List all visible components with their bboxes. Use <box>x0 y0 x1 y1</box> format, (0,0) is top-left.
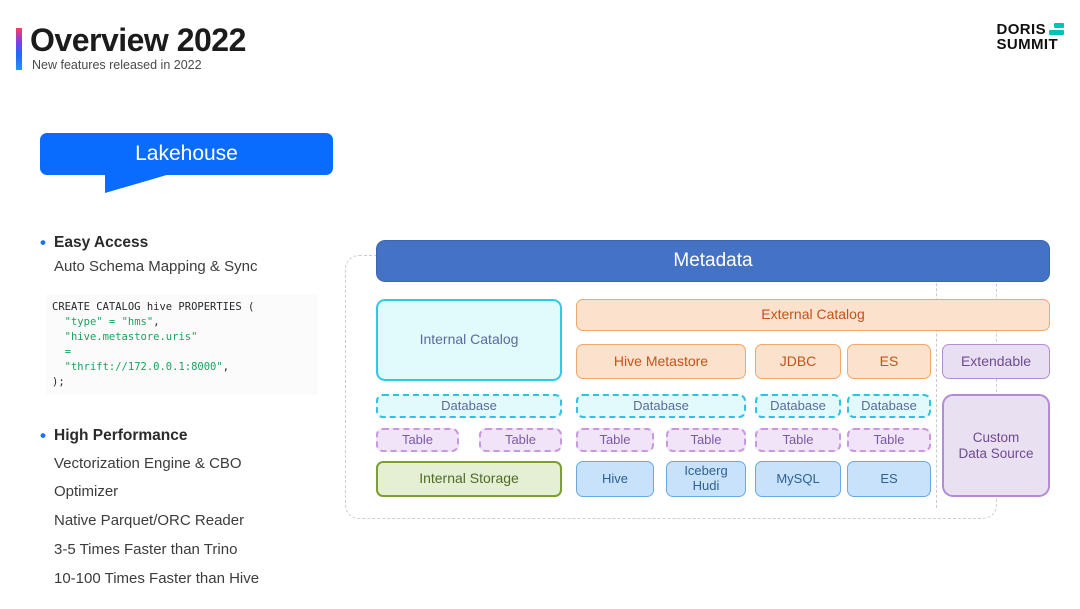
code-line-2-comma: , <box>153 315 160 328</box>
table-box-5: Table <box>755 428 841 452</box>
external-source-hive-metastore: Hive Metastore <box>576 344 746 379</box>
code-line-2-operator: = <box>108 315 116 328</box>
page-title: Overview 2022 <box>30 22 246 58</box>
database-box-es: Database <box>847 394 931 418</box>
feature-line-optimizer: Optimizer <box>54 483 119 500</box>
doris-logo-mark-icon <box>1049 22 1064 35</box>
code-line-6: ); <box>52 375 65 388</box>
store-box-mysql: MySQL <box>755 461 841 497</box>
custom-data-source-box: Custom Data Source <box>942 394 1050 497</box>
database-box-hive-metastore: Database <box>576 394 746 418</box>
table-box-4: Table <box>666 428 746 452</box>
extendable-box: Extendable <box>942 344 1050 379</box>
metadata-bar: Metadata <box>376 240 1050 282</box>
external-catalog-box: External Catalog <box>576 299 1050 331</box>
code-line-5-comma: , <box>222 360 230 373</box>
database-box-internal: Database <box>376 394 562 418</box>
internal-catalog-box: Internal Catalog <box>376 299 562 381</box>
logo-text-doris: DORIS <box>996 21 1046 38</box>
internal-storage-box: Internal Storage <box>376 461 562 497</box>
feature-line-auto-schema-mapping: Auto Schema Mapping & Sync <box>54 258 258 275</box>
external-source-jdbc: JDBC <box>755 344 841 379</box>
sql-code-block: CREATE CATALOG hive PROPERTIES ( "type" … <box>46 294 318 396</box>
table-box-2: Table <box>479 428 562 452</box>
code-line-2-key: "type" <box>64 315 103 328</box>
feature-line-vectorization-engine: Vectorization Engine & CBO <box>54 455 242 472</box>
doris-summit-logo: DORIS SUMMIT <box>996 22 1064 53</box>
feature-line-faster-than-hive: 10-100 Times Faster than Hive <box>54 570 260 587</box>
database-box-jdbc: Database <box>755 394 841 418</box>
code-line-2-value: "hms" <box>121 315 154 328</box>
table-box-6: Table <box>847 428 931 452</box>
lakehouse-banner: Lakehouse <box>40 133 333 193</box>
lakehouse-banner-label: Lakehouse <box>40 133 333 175</box>
page-subtitle: New features released in 2022 <box>32 58 202 72</box>
store-box-iceberg-hudi: Iceberg Hudi <box>666 461 746 497</box>
lakehouse-banner-tail <box>105 174 170 193</box>
diagram-vertical-divider <box>936 258 937 508</box>
code-line-4-operator: = <box>64 345 71 358</box>
feature-heading-easy-access: Easy Access <box>40 233 148 253</box>
feature-line-faster-than-trino: 3-5 Times Faster than Trino <box>54 541 238 558</box>
logo-text-summit: SUMMIT <box>996 36 1059 54</box>
store-box-es: ES <box>847 461 931 497</box>
store-box-hive: Hive <box>576 461 654 497</box>
code-line-5-value: "thrift://172.0.0.1:8000" <box>64 360 223 373</box>
feature-line-native-parquet-orc-reader: Native Parquet/ORC Reader <box>54 512 245 529</box>
external-source-es: ES <box>847 344 931 379</box>
code-line-1: CREATE CATALOG hive PROPERTIES ( <box>52 301 255 313</box>
title-accent-bar <box>16 28 22 70</box>
code-line-3-key: "hive.metastore.uris" <box>64 330 198 343</box>
table-box-1: Table <box>376 428 459 452</box>
table-box-3: Table <box>576 428 654 452</box>
feature-heading-high-performance: High Performance <box>40 426 187 446</box>
